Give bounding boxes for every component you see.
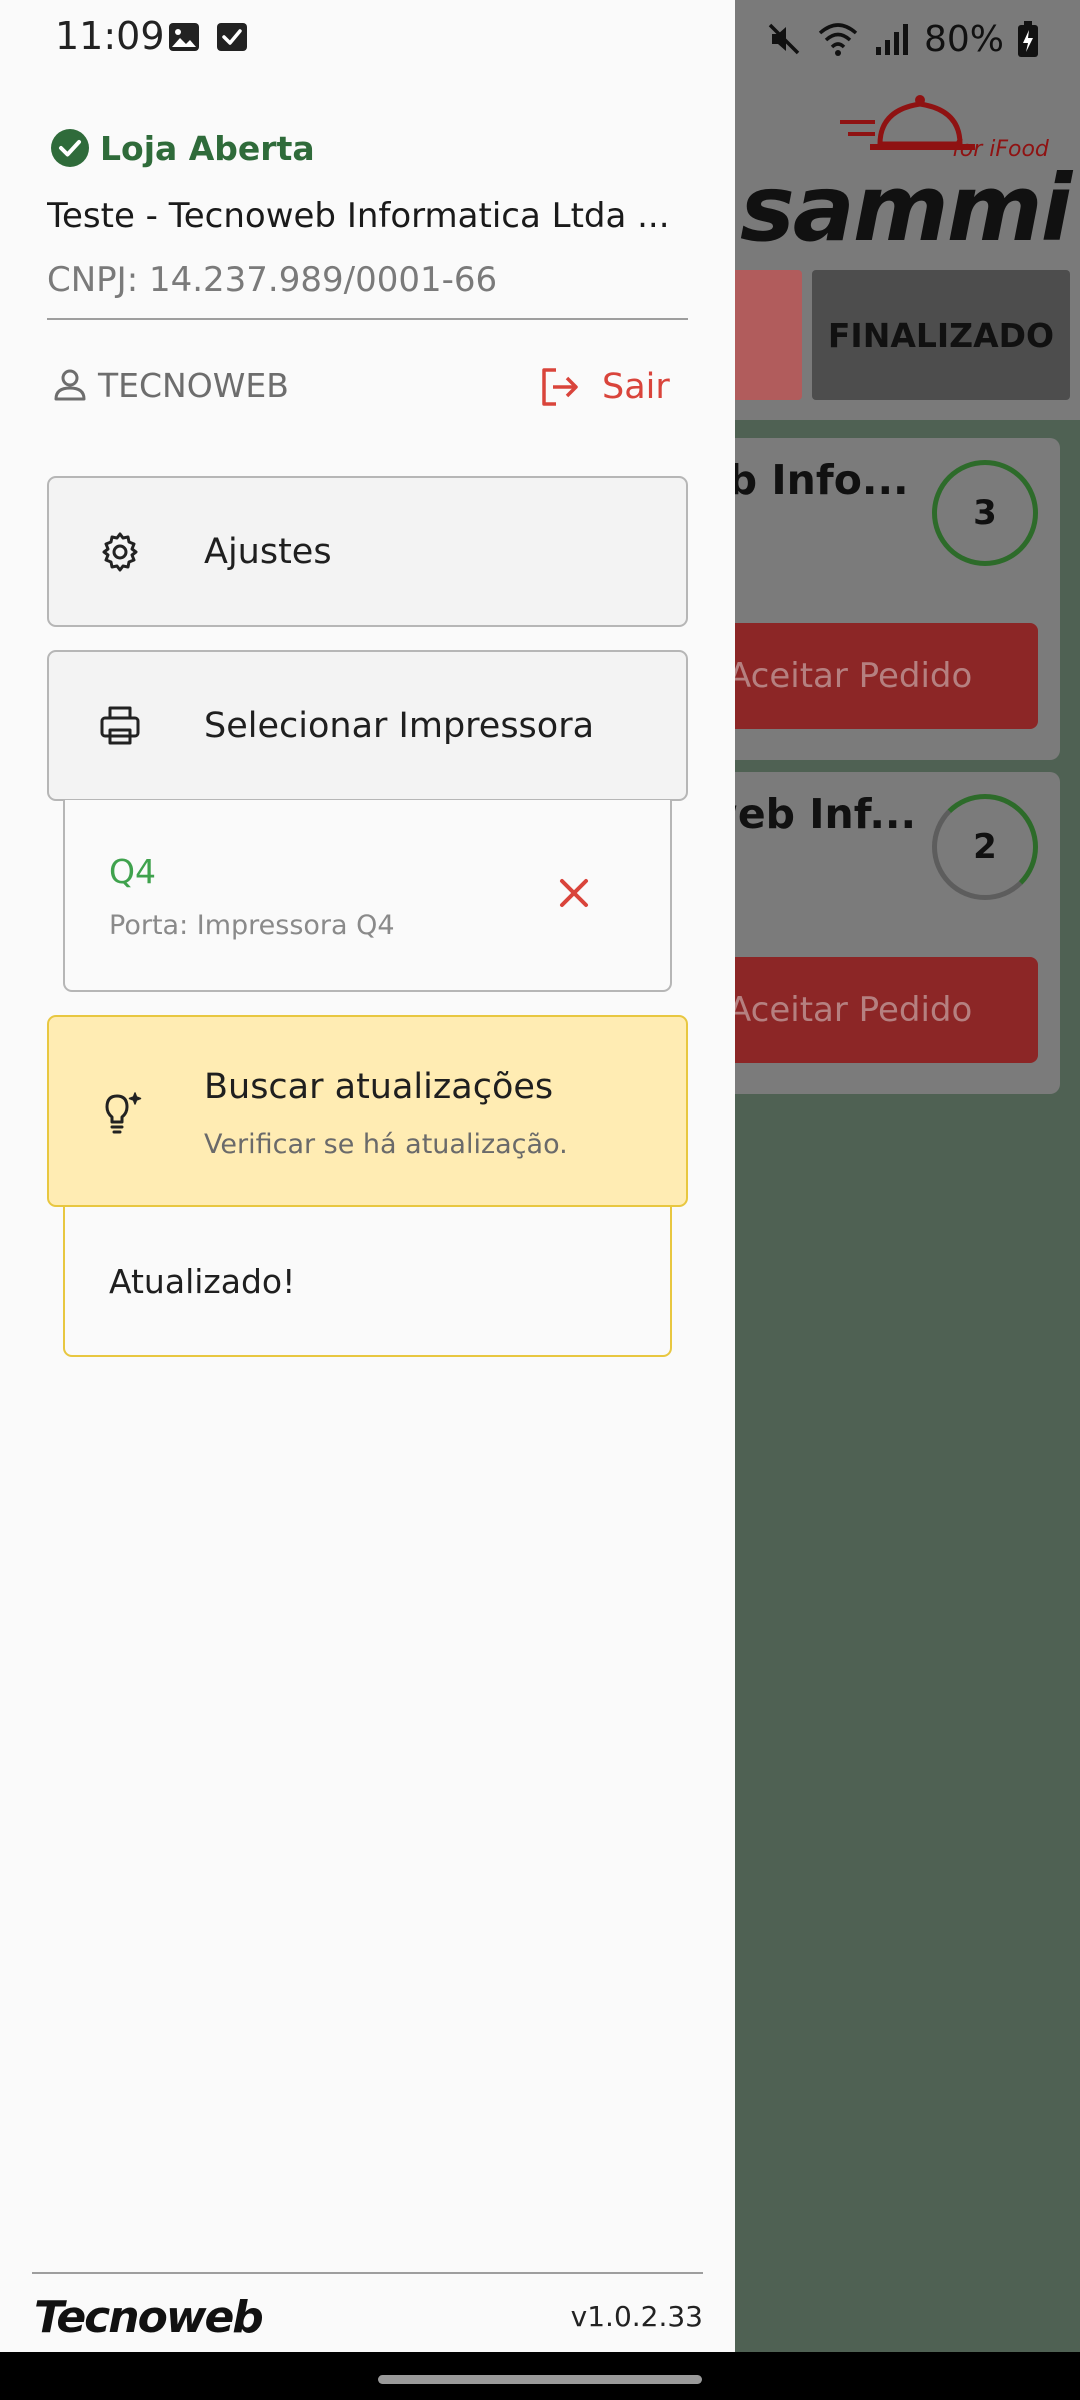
battery-charging-icon bbox=[1018, 21, 1038, 57]
logout-button[interactable]: Sair bbox=[538, 365, 670, 409]
order-card[interactable]: web Inf... 2 Aceitar Pedido bbox=[700, 772, 1060, 1094]
app-logo-subtext: for iFood bbox=[952, 137, 1049, 162]
tab-finalizado[interactable]: FINALIZADO bbox=[812, 270, 1070, 400]
wifi-icon bbox=[818, 23, 858, 56]
close-icon[interactable] bbox=[555, 874, 593, 912]
order-count-badge: 3 bbox=[932, 460, 1038, 566]
brand-logo: Tecnoweb bbox=[34, 2292, 264, 2343]
company-name: Teste - Tecnoweb Informatica Ltda ... bbox=[47, 196, 670, 236]
settings-label: Ajustes bbox=[204, 531, 332, 572]
logout-icon bbox=[542, 368, 578, 406]
lightbulb-icon bbox=[105, 1092, 142, 1134]
printer-icon bbox=[100, 706, 140, 744]
check-updates-title: Buscar atualizações bbox=[204, 1067, 554, 1107]
settings-button[interactable]: Ajustes bbox=[47, 476, 688, 627]
status-bar-right: 80% bbox=[764, 14, 1040, 64]
gear-icon bbox=[102, 532, 138, 571]
divider bbox=[47, 318, 688, 320]
navigation-drawer: Loja Aberta Teste - Tecnoweb Informatica… bbox=[0, 0, 735, 2352]
battery-percent: 80% bbox=[923, 18, 1004, 60]
logout-label: Sair bbox=[602, 367, 670, 407]
user-info: TECNOWEB bbox=[50, 365, 289, 405]
image-icon bbox=[169, 23, 199, 51]
check-updates-button[interactable]: Buscar atualizações Verificar se há atua… bbox=[47, 1015, 688, 1207]
select-printer-button[interactable]: Selecionar Impressora bbox=[47, 650, 688, 801]
store-status: Loja Aberta bbox=[50, 128, 315, 168]
checkbox-icon bbox=[217, 23, 247, 51]
mute-icon bbox=[768, 23, 800, 55]
order-card[interactable]: eb Info... 3 Aceitar Pedido bbox=[700, 438, 1060, 760]
divider bbox=[32, 2272, 703, 2274]
home-gesture-handle[interactable] bbox=[378, 2375, 702, 2384]
app-logo: sammi bbox=[740, 155, 1072, 262]
order-count-badge: 2 bbox=[932, 794, 1038, 900]
app-version: v1.0.2.33 bbox=[570, 2300, 703, 2333]
signal-icon bbox=[875, 24, 908, 55]
update-status: Atualizado! bbox=[109, 1262, 296, 1301]
check-circle-icon bbox=[51, 129, 89, 167]
printer-port: Porta: Impressora Q4 bbox=[109, 910, 395, 941]
user-name: TECNOWEB bbox=[98, 365, 289, 405]
check-updates-subtitle: Verificar se há atualização. bbox=[204, 1129, 568, 1160]
select-printer-label: Selecionar Impressora bbox=[204, 705, 595, 746]
company-cnpj: CNPJ: 14.237.989/0001-66 bbox=[47, 260, 498, 300]
status-time: 11:09 bbox=[55, 14, 165, 58]
person-icon bbox=[54, 369, 86, 401]
update-status-panel: Atualizado! bbox=[63, 1207, 672, 1357]
selected-printer-panel: Q4 Porta: Impressora Q4 bbox=[63, 800, 672, 992]
store-status-label: Loja Aberta bbox=[100, 128, 315, 168]
system-nav-bar bbox=[0, 2352, 1080, 2400]
accept-order-button[interactable]: Aceitar Pedido bbox=[700, 623, 1038, 729]
accept-order-button[interactable]: Aceitar Pedido bbox=[700, 957, 1038, 1063]
printer-name: Q4 bbox=[109, 852, 156, 891]
